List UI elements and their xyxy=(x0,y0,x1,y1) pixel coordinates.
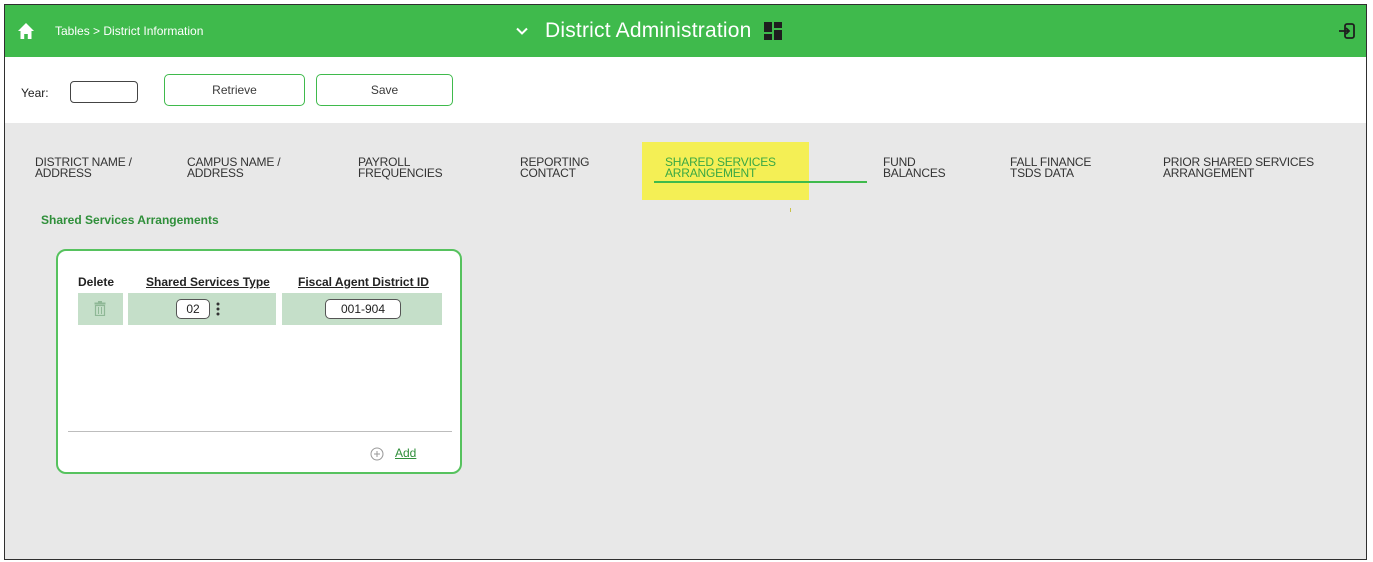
toolbar: Year: Retrieve Save xyxy=(5,57,1366,123)
active-tab-underline xyxy=(654,181,867,183)
tab-campus-name-address[interactable]: Campus Name / Address xyxy=(187,156,281,180)
section-title: Shared Services Arrangements xyxy=(41,213,219,227)
highlight-mark xyxy=(790,208,791,212)
top-bar: Tables > District Information District A… xyxy=(5,5,1366,57)
grid-icon[interactable] xyxy=(763,22,782,40)
tab-line: Arrangement xyxy=(665,166,757,180)
year-input[interactable] xyxy=(70,81,138,103)
tab-reporting-contact[interactable]: Reporting Contact xyxy=(520,156,590,180)
breadcrumb: Tables > District Information xyxy=(55,24,204,38)
column-header-fiscal-agent-id[interactable]: Fiscal Agent District ID xyxy=(298,275,429,289)
column-header-shared-services-type[interactable]: Shared Services Type xyxy=(146,275,270,289)
home-icon[interactable] xyxy=(17,22,35,40)
add-icon[interactable] xyxy=(370,447,384,461)
trash-icon[interactable] xyxy=(94,301,106,316)
tab-line: Balances xyxy=(883,166,946,180)
app-title: District Administration xyxy=(545,19,752,42)
table-row-type-cell: 02 xyxy=(128,293,276,325)
app-title-menu[interactable]: District Administration xyxy=(515,16,782,46)
tab-line: TSDS Data xyxy=(1010,166,1074,180)
tab-payroll-frequencies[interactable]: Payroll Frequencies xyxy=(358,156,443,180)
table-row-delete-cell xyxy=(78,293,123,325)
tab-line: Frequencies xyxy=(358,166,443,180)
tab-line: Arrangement xyxy=(1163,166,1255,180)
lookup-icon[interactable] xyxy=(216,302,220,316)
shared-services-grid: Delete Shared Services Type Fiscal Agent… xyxy=(56,249,462,474)
tab-prior-shared-services-arrangement[interactable]: Prior Shared Services Arrangement xyxy=(1163,156,1314,180)
tab-fund-balances[interactable]: Fund Balances xyxy=(883,156,946,180)
fiscal-agent-district-id-input[interactable]: 001-904 xyxy=(325,299,401,319)
year-label: Year: xyxy=(21,86,49,100)
tab-shared-services-arrangement[interactable]: Shared Services Arrangement xyxy=(665,156,776,180)
tab-district-name-address[interactable]: District Name / Address xyxy=(35,156,132,180)
retrieve-button[interactable]: Retrieve xyxy=(164,74,305,106)
table-row-agent-cell: 001-904 xyxy=(282,293,442,325)
tab-line: Address xyxy=(187,166,244,180)
panel-divider xyxy=(68,431,452,432)
tab-fall-finance-tsds-data[interactable]: Fall Finance TSDS Data xyxy=(1010,156,1091,180)
chevron-down-icon[interactable] xyxy=(515,24,529,38)
column-header-delete: Delete xyxy=(78,275,115,289)
add-link[interactable]: Add xyxy=(395,446,416,460)
shared-services-type-input[interactable]: 02 xyxy=(176,299,210,319)
app-window: Tables > District Information District A… xyxy=(4,4,1367,560)
tab-line: Contact xyxy=(520,166,576,180)
save-button[interactable]: Save xyxy=(316,74,453,106)
tab-line: Address xyxy=(35,166,92,180)
exit-icon[interactable] xyxy=(1338,22,1356,40)
